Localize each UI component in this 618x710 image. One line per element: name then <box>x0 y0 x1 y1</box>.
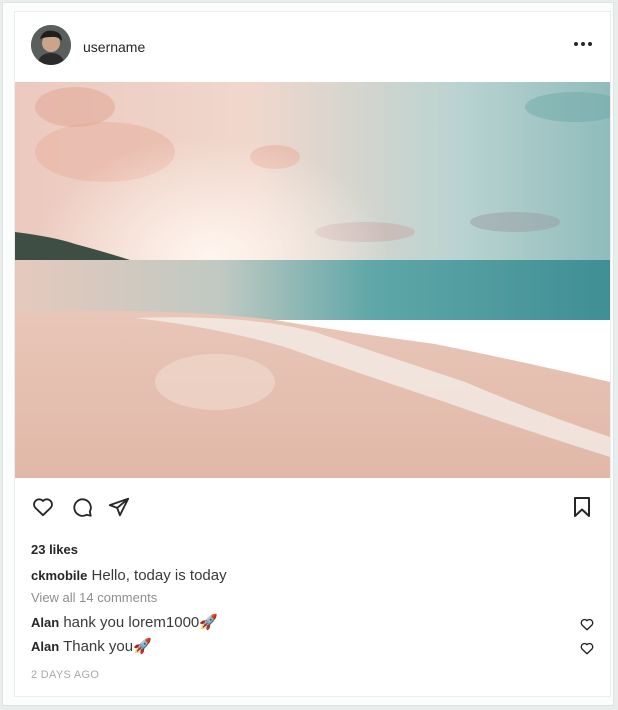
comment-heart-icon[interactable] <box>578 615 596 633</box>
comment-username[interactable]: Alan <box>31 639 59 654</box>
comment-username[interactable]: Alan <box>31 615 59 630</box>
page-frame: username 23 likes ckmobile Hello, today … <box>2 2 614 706</box>
bookmark-icon[interactable] <box>567 492 597 522</box>
post-card: username 23 likes ckmobile Hello, today … <box>14 11 611 697</box>
comment-item: Alan Thank you🚀 <box>31 637 596 659</box>
post-username[interactable]: username <box>83 39 145 55</box>
more-options-icon[interactable] <box>568 34 598 54</box>
caption-username[interactable]: ckmobile <box>31 568 87 583</box>
comment-heart-icon[interactable] <box>578 639 596 657</box>
heart-icon[interactable] <box>28 492 58 522</box>
post-caption: ckmobile Hello, today is today <box>31 567 227 584</box>
comment-text: hank you lorem1000🚀 <box>63 614 218 631</box>
avatar[interactable] <box>31 25 71 65</box>
view-all-comments-link[interactable]: View all 14 comments <box>31 590 157 605</box>
likes-count[interactable]: 23 likes <box>31 542 78 557</box>
post-image[interactable] <box>15 82 610 478</box>
comment-icon[interactable] <box>67 492 97 522</box>
send-icon[interactable] <box>104 492 134 522</box>
caption-text: Hello, today is today <box>91 567 227 584</box>
post-header: username <box>15 12 610 82</box>
post-timestamp: 2 DAYS AGO <box>31 669 100 681</box>
action-bar <box>15 492 610 524</box>
comment-item: Alan hank you lorem1000🚀 <box>31 613 596 635</box>
comment-text: Thank you🚀 <box>63 638 152 655</box>
